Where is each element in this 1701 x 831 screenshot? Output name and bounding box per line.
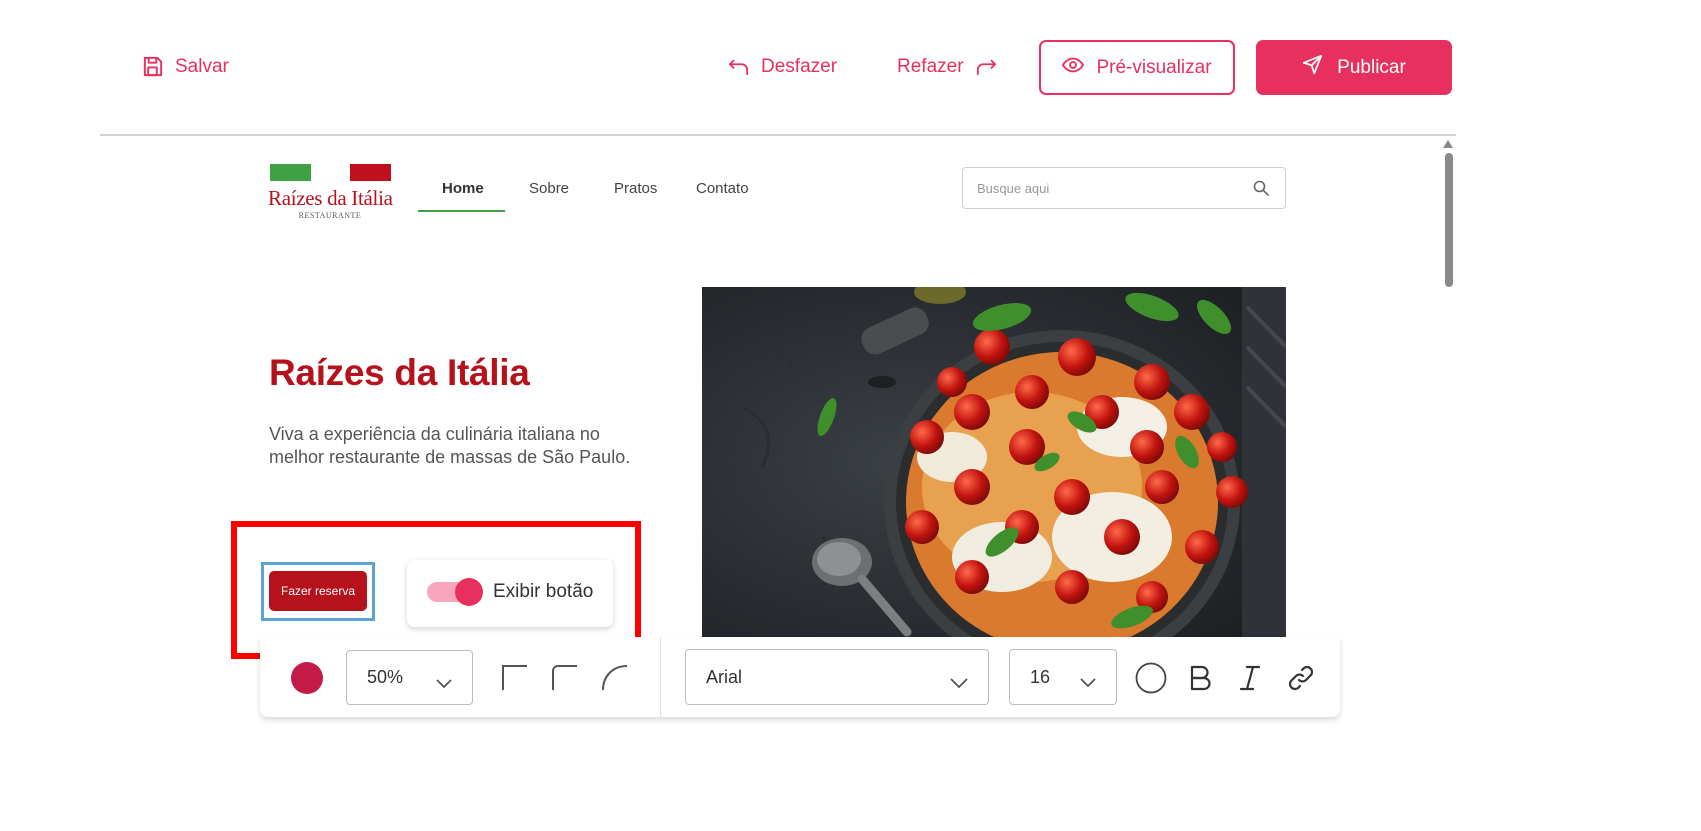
search-box[interactable] <box>962 167 1286 209</box>
redo-arrow-icon <box>975 57 997 77</box>
font-size-value: 16 <box>1030 666 1051 687</box>
publish-button[interactable]: Publicar <box>1256 40 1452 95</box>
round-corner-icon[interactable] <box>602 665 628 696</box>
bold-icon[interactable] <box>1185 662 1217 694</box>
preview-button[interactable]: Pré-visualizar <box>1039 40 1235 95</box>
search-icon[interactable] <box>1253 180 1269 201</box>
scrollbar-thumb[interactable] <box>1445 153 1453 287</box>
preview-label: Pré-visualizar <box>1096 56 1212 78</box>
chevron-down-icon <box>1080 672 1096 693</box>
save-button[interactable]: Salvar <box>141 55 229 78</box>
font-family-value: Arial <box>706 666 743 687</box>
circle-shape-icon[interactable] <box>1135 662 1167 694</box>
undo-arrow-icon <box>728 57 750 77</box>
scroll-up-arrow[interactable] <box>1443 140 1453 148</box>
logo-flag-green <box>270 164 311 181</box>
nav-home[interactable]: Home <box>442 180 484 197</box>
logo-subtitle: RESTAURANTE <box>298 211 362 220</box>
hero-food-image <box>702 287 1286 637</box>
save-label: Salvar <box>175 55 229 77</box>
italic-icon[interactable] <box>1234 662 1266 694</box>
reserve-button[interactable]: Fazer reserva <box>269 571 367 611</box>
undo-label: Desfazer <box>761 56 838 77</box>
toolbar-divider <box>100 134 1456 136</box>
chevron-down-icon <box>436 673 452 694</box>
color-swatch[interactable] <box>291 662 323 694</box>
font-size-select[interactable]: 16 <box>1009 649 1117 705</box>
chevron-down-icon <box>950 672 968 693</box>
logo-name: Raízes da Itália <box>268 186 393 210</box>
nav-sobre[interactable]: Sobre <box>529 180 569 197</box>
redo-label: Refazer <box>897 56 964 77</box>
show-button-toggle-card: Exibir botão <box>407 560 613 627</box>
opacity-select[interactable]: 50% <box>346 650 473 705</box>
undo-button[interactable]: Desfazer <box>728 56 837 78</box>
toggle-knob[interactable] <box>455 578 483 606</box>
logo-flag-red <box>350 164 391 181</box>
hero-subtitle: Viva a experiência da culinária italiana… <box>269 424 631 467</box>
format-toolbar-divider <box>660 637 661 717</box>
eye-icon <box>1062 57 1085 79</box>
publish-label: Publicar <box>1337 56 1406 78</box>
link-icon[interactable] <box>1285 662 1317 694</box>
search-input[interactable] <box>977 178 1237 198</box>
opacity-value: 50% <box>367 667 404 687</box>
floppy-disk-icon <box>141 55 164 78</box>
toggle-label: Exibir botão <box>493 581 594 602</box>
nav-contato[interactable]: Contato <box>696 180 749 197</box>
rounded-corner-icon[interactable] <box>552 665 578 696</box>
square-corner-icon[interactable] <box>502 665 528 696</box>
site-logo[interactable]: Raízes da Itália RESTAURANTE <box>268 164 393 224</box>
redo-button[interactable]: Refazer <box>897 56 997 78</box>
send-icon <box>1302 54 1323 81</box>
nav-active-underline <box>418 210 505 212</box>
hero-title: Raízes da Itália <box>269 352 530 393</box>
font-family-select[interactable]: Arial <box>685 649 989 705</box>
nav-pratos[interactable]: Pratos <box>614 180 657 197</box>
